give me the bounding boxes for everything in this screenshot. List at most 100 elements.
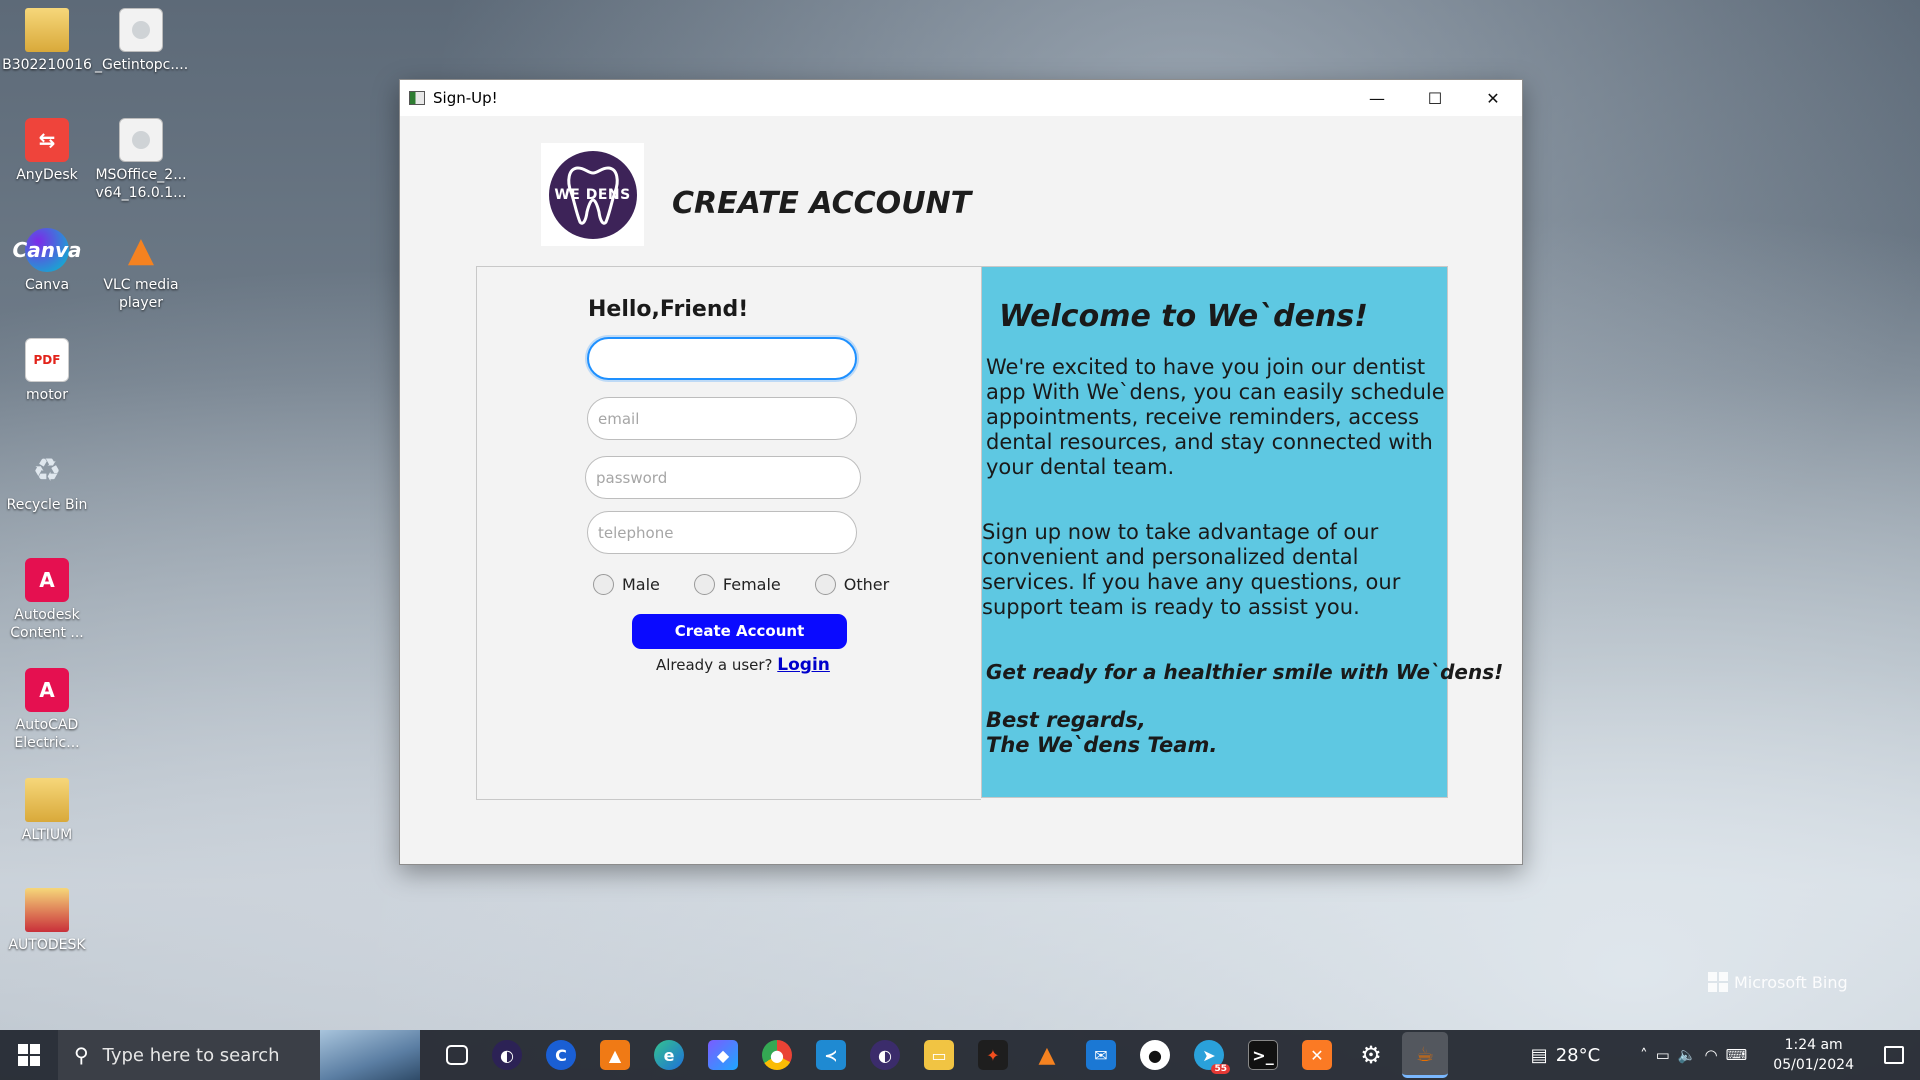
taskbar-search[interactable]: ⚲ Type here to search — [58, 1030, 420, 1080]
java-app-taskbar-icon[interactable]: ☕ — [1402, 1032, 1448, 1078]
desktop-icon-label: AutoCAD Electric... — [14, 717, 80, 751]
copilot-icon[interactable]: ◆ — [708, 1040, 738, 1070]
radio-circle-icon — [693, 574, 715, 595]
weather-widget[interactable]: ▤ 28°C — [1531, 1045, 1601, 1066]
chrome-icon[interactable]: ● — [762, 1040, 792, 1070]
canva-icon: Canva — [13, 228, 81, 272]
email-field[interactable] — [587, 397, 857, 440]
signoff-line: Best regards, — [986, 708, 1146, 732]
close-button[interactable]: ✕ — [1464, 80, 1522, 116]
weather-temperature: 28°C — [1555, 1044, 1601, 1066]
tooth-logo-icon: WE DENS — [548, 150, 637, 239]
already-user-text: Already a user? — [656, 656, 773, 674]
taskbar: ⚲ Type here to search ◐ C ▲ e ◆ ● ≺ ◐ ▭ … — [0, 1030, 1920, 1080]
vlc-icon[interactable]: ▲ — [1032, 1040, 1062, 1070]
folder-icon — [25, 8, 69, 52]
battery-icon: ▭ — [1655, 1046, 1678, 1064]
folder-icon — [25, 888, 69, 932]
title-bar[interactable]: Sign-Up! — ☐ ✕ — [400, 80, 1522, 116]
edge-browser-icon[interactable]: e — [654, 1040, 684, 1070]
clock[interactable]: 1:24 am 05/01/2024 — [1773, 1035, 1854, 1075]
bing-watermark: Microsoft Bing — [1708, 972, 1848, 992]
welcome-title: Welcome to We`dens! — [999, 299, 1368, 334]
signup-paragraph: Sign up now to take advantage of our con… — [982, 520, 1401, 619]
telegram-icon[interactable]: ➤ 55 — [1194, 1040, 1230, 1074]
weather-icon: ▤ — [1530, 1044, 1548, 1066]
desktop-icon-label: VLC media player — [103, 277, 179, 311]
gender-radio-group: Male Female Other — [593, 574, 923, 595]
window-title: Sign-Up! — [433, 89, 498, 107]
tagline: Get ready for a healthier smile with We`… — [986, 660, 1504, 684]
keyboard-icon: ⌨ — [1725, 1046, 1756, 1064]
desktop-icon-recycle-bin[interactable]: ♻ Recycle Bin — [1, 448, 93, 514]
start-button[interactable] — [0, 1030, 58, 1080]
maximize-button[interactable]: ☐ — [1406, 80, 1464, 116]
autocad-icon: A — [25, 668, 69, 712]
search-placeholder: Type here to search — [102, 1044, 280, 1066]
terminal-icon[interactable]: >_ — [1248, 1040, 1278, 1070]
login-link[interactable]: Login — [777, 655, 830, 675]
desktop-icon-motor[interactable]: PDF motor — [1, 338, 93, 404]
vlc-cone-icon: ▲ — [127, 230, 155, 270]
password-field[interactable] — [585, 456, 861, 499]
windows-start-icon — [18, 1044, 40, 1066]
telegram-unread-badge: 55 — [1211, 1064, 1230, 1074]
vscode-icon[interactable]: ≺ — [816, 1040, 846, 1070]
telephone-field[interactable] — [587, 511, 857, 554]
desktop-icon-label: motor — [25, 387, 68, 403]
desktop-icon-label: Autodesk Content ... — [10, 607, 84, 641]
notification-icon[interactable] — [1884, 1046, 1904, 1064]
desktop-icon-b302210016[interactable]: B302210016 — [1, 8, 93, 74]
eclipse-ide-icon[interactable]: ◐ — [870, 1040, 900, 1070]
clock-time: 1:24 am — [1784, 1037, 1843, 1053]
desktop-icon-msoffice[interactable]: MSOffice_2... v64_16.0.1... — [95, 118, 187, 202]
gender-radio-other[interactable]: Other — [814, 574, 889, 595]
welcome-info-panel: Welcome to We`dens! We're excited to hav… — [981, 266, 1503, 798]
minimize-button[interactable]: — — [1348, 80, 1406, 116]
gender-radio-female[interactable]: Female — [693, 574, 781, 595]
pinned-apps: ◐ C ▲ e ◆ ● ≺ ◐ ▭ ✦ ▲ ✉ ● ➤ 55 >_ ✕ ⚙ ☕ — [434, 1032, 1452, 1078]
signoff: Best regards, The We`dens Team. — [986, 708, 1217, 758]
settings-gear-icon[interactable]: ⚙ — [1356, 1040, 1386, 1070]
login-prompt: Already a user? Login — [656, 655, 830, 675]
desktop-icon-altium[interactable]: ALTIUM — [1, 778, 93, 844]
desktop-icon-autodesk[interactable]: AUTODESK — [1, 888, 93, 954]
figma-icon[interactable]: ✦ — [978, 1040, 1008, 1070]
create-account-button[interactable]: Create Account — [632, 614, 847, 649]
chevron-up-icon: ˄ — [1640, 1046, 1656, 1064]
volume-icon: 🔈 — [1677, 1046, 1705, 1064]
desktop-icon-getintopc[interactable]: _Getintopc.... — [95, 8, 189, 74]
gender-radio-male[interactable]: Male — [593, 574, 660, 595]
file-explorer-icon[interactable]: ▭ — [924, 1040, 954, 1070]
task-view-icon[interactable] — [446, 1045, 468, 1065]
desktop-icon-label: B302210016 — [2, 57, 92, 73]
page-title: CREATE ACCOUNT — [672, 186, 972, 221]
search-highlight-image — [320, 1030, 420, 1080]
autodesk-icon: A — [25, 558, 69, 602]
tray-icons[interactable]: ˄▭🔈◠⌨ — [1640, 1046, 1755, 1064]
desktop-icon-label: _Getintopc.... — [95, 57, 189, 73]
signup-form-panel: Hello,Friend! Male Female Other Create A… — [476, 266, 981, 800]
pdf-file-icon: PDF — [25, 338, 69, 382]
name-field[interactable] — [587, 337, 857, 380]
github-icon[interactable]: ● — [1140, 1040, 1170, 1070]
form-greeting: Hello,Friend! — [588, 297, 749, 322]
logo-text: WE DENS — [554, 186, 631, 203]
altium-icon[interactable]: ▲ — [600, 1040, 630, 1070]
desktop-icon-autodesk-content[interactable]: A Autodesk Content ... — [1, 558, 93, 642]
watermark-text: Microsoft Bing — [1734, 972, 1848, 992]
search-icon: ⚲ — [74, 1043, 89, 1067]
radio-label: Male — [622, 575, 660, 594]
xampp-icon[interactable]: ✕ — [1302, 1040, 1332, 1070]
file-icon — [119, 8, 163, 52]
desktop-icon-autocad-electric[interactable]: A AutoCAD Electric... — [1, 668, 93, 752]
desktop-icon-label: AUTODESK — [8, 937, 86, 953]
desktop-icon-vlc[interactable]: ▲ VLC media player — [95, 228, 187, 312]
desktop-icon-canva[interactable]: Canva Canva — [1, 228, 93, 294]
c-ide-icon[interactable]: C — [546, 1040, 576, 1070]
mail-icon[interactable]: ✉ — [1086, 1040, 1116, 1070]
java-app-icon — [409, 91, 425, 105]
eclipse-icon[interactable]: ◐ — [492, 1040, 522, 1070]
desktop-icon-label: AnyDesk — [16, 167, 78, 183]
desktop-icon-anydesk[interactable]: ⇆ AnyDesk — [1, 118, 93, 184]
